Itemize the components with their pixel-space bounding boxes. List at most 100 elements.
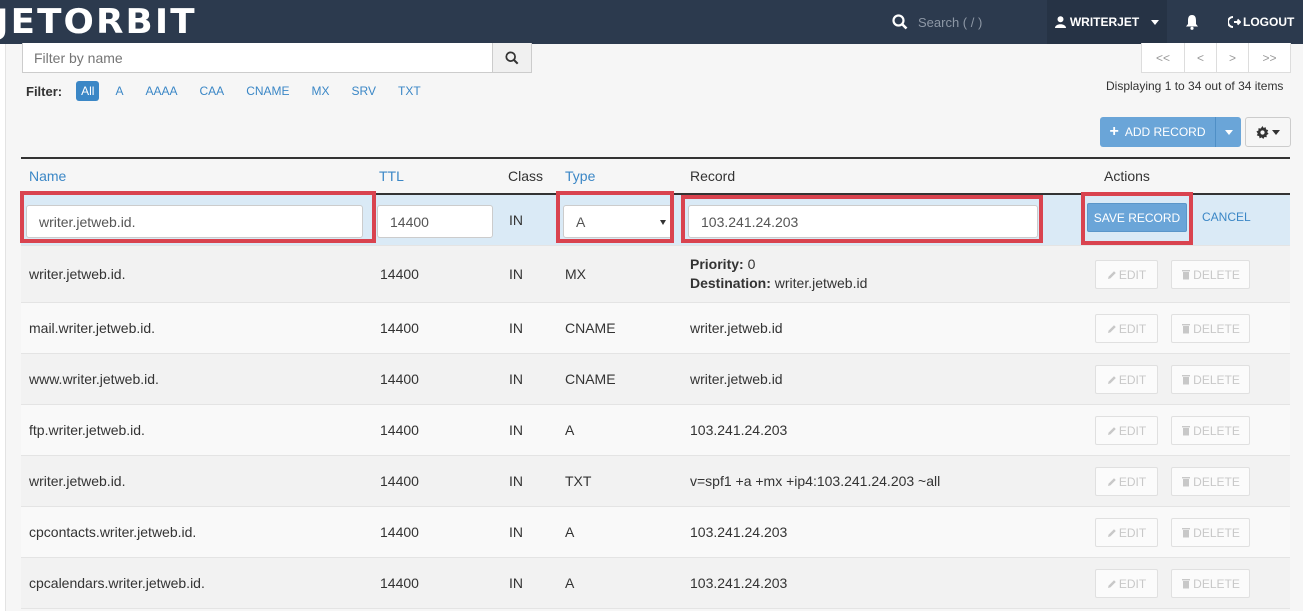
delete-button[interactable]: DELETE: [1171, 365, 1250, 394]
row-class: IN: [509, 422, 523, 438]
filter-chip-aaaa[interactable]: AAAA: [145, 84, 177, 98]
row-type: TXT: [565, 473, 592, 489]
edit-class-value: IN: [509, 212, 523, 228]
edit-button[interactable]: EDIT: [1095, 314, 1158, 343]
row-type: A: [565, 575, 575, 591]
pencil-icon: [1107, 375, 1116, 384]
row-record: v=spf1 +a +mx +ip4:103.241.24.203 ~all: [690, 473, 941, 489]
trash-icon: [1182, 426, 1191, 436]
delete-button[interactable]: DELETE: [1171, 518, 1250, 547]
destination-label: Destination:: [690, 275, 771, 291]
logout-button[interactable]: LOGOUT: [1228, 0, 1294, 44]
edit-record-row: writer.jetweb.id. 14400 IN A 103.241.24.…: [21, 195, 1290, 246]
type-filter-bar: Filter: All A AAAA CAA CNAME MX SRV TXT: [26, 81, 443, 101]
row-ttl: 14400: [380, 422, 419, 438]
cancel-link[interactable]: CANCEL: [1202, 210, 1251, 224]
edit-type-select[interactable]: A: [563, 205, 673, 238]
row-name: cpcalendars.writer.jetweb.id.: [29, 575, 205, 591]
filter-by-name-input[interactable]: [22, 43, 493, 73]
add-record-button[interactable]: + ADD RECORD: [1100, 117, 1216, 147]
edit-button[interactable]: EDIT: [1095, 518, 1158, 547]
delete-button-label: DELETE: [1193, 525, 1240, 540]
pager-last-button[interactable]: >>: [1248, 43, 1290, 72]
top-navbar: JETORBIT Search ( / ) WRITERJET LOGOUT: [0, 0, 1303, 44]
filter-chip-srv[interactable]: SRV: [352, 84, 376, 98]
edit-ttl-input[interactable]: 14400: [377, 205, 493, 238]
row-record: 103.241.24.203: [690, 422, 788, 438]
logout-label: LOGOUT: [1243, 15, 1295, 29]
global-search-placeholder: Search ( / ): [918, 14, 983, 30]
row-record: writer.jetweb.id: [690, 320, 783, 336]
edit-button[interactable]: EDIT: [1095, 260, 1158, 289]
row-record: 103.241.24.203: [690, 524, 788, 540]
row-ttl: 14400: [380, 320, 419, 336]
delete-button-label: DELETE: [1193, 372, 1240, 387]
filter-chip-a[interactable]: A: [115, 84, 123, 98]
notifications-button[interactable]: [1180, 0, 1204, 44]
filter-search-button[interactable]: [492, 43, 532, 73]
filter-chip-txt[interactable]: TXT: [398, 84, 421, 98]
pencil-icon: [1107, 324, 1116, 333]
pager-prev-button[interactable]: <: [1184, 43, 1216, 72]
column-header-name[interactable]: Name: [29, 168, 66, 184]
chevron-down-icon: [1151, 19, 1160, 25]
delete-button[interactable]: DELETE: [1171, 569, 1250, 598]
left-edge: [0, 44, 6, 611]
column-header-ttl[interactable]: TTL: [379, 168, 404, 184]
row-name: www.writer.jetweb.id.: [29, 371, 159, 387]
filter-chip-caa[interactable]: CAA: [200, 84, 225, 98]
logout-icon: [1228, 16, 1241, 28]
table-row: writer.jetweb.id. 14400 IN TXT v=spf1 +a…: [21, 456, 1290, 507]
user-icon: [1054, 16, 1066, 28]
table-row: ftp.writer.jetweb.id. 14400 IN A 103.241…: [21, 405, 1290, 456]
edit-button-label: EDIT: [1118, 576, 1147, 591]
bell-icon: [1186, 15, 1198, 30]
delete-button[interactable]: DELETE: [1171, 314, 1250, 343]
priority-label: Priority:: [690, 256, 744, 272]
pager-first-button[interactable]: <<: [1142, 43, 1184, 72]
filter-label: Filter:: [26, 83, 63, 99]
dns-records-table: Name TTL Class Type Record Actions write…: [21, 157, 1290, 609]
add-record-dropdown-toggle[interactable]: [1216, 117, 1241, 147]
user-menu-label: WRITERJET: [1069, 15, 1140, 29]
delete-button[interactable]: DELETE: [1171, 260, 1250, 289]
delete-button[interactable]: DELETE: [1171, 416, 1250, 445]
user-menu[interactable]: WRITERJET: [1047, 0, 1167, 44]
delete-button[interactable]: DELETE: [1171, 467, 1250, 496]
destination-value: writer.jetweb.id: [774, 275, 868, 291]
table-row: cpcalendars.writer.jetweb.id. 14400 IN A…: [21, 558, 1290, 609]
edit-record-input[interactable]: 103.241.24.203: [688, 205, 1038, 238]
displaying-count: Displaying 1 to 34 out of 34 items: [1106, 79, 1284, 93]
edit-button[interactable]: EDIT: [1095, 365, 1158, 394]
row-name: mail.writer.jetweb.id.: [29, 320, 156, 336]
edit-name-input[interactable]: writer.jetweb.id.: [26, 205, 363, 238]
global-search[interactable]: Search ( / ): [892, 0, 982, 44]
column-header-record: Record: [690, 168, 736, 184]
edit-button[interactable]: EDIT: [1095, 416, 1158, 445]
edit-button-label: EDIT: [1118, 321, 1147, 336]
plus-icon: +: [1109, 123, 1119, 140]
row-ttl: 14400: [380, 266, 419, 282]
edit-button-label: EDIT: [1118, 267, 1147, 282]
row-name: writer.jetweb.id.: [29, 266, 126, 282]
gear-icon: [1256, 125, 1269, 139]
filter-chip-mx[interactable]: MX: [312, 84, 330, 98]
edit-button[interactable]: EDIT: [1095, 569, 1158, 598]
search-icon: [505, 50, 519, 64]
edit-type-select-value: A: [576, 213, 586, 230]
column-header-type[interactable]: Type: [565, 168, 595, 184]
row-type: A: [565, 422, 575, 438]
mx-destination-line: Destination: writer.jetweb.id: [690, 274, 867, 293]
edit-button[interactable]: EDIT: [1095, 467, 1158, 496]
brand-logo[interactable]: JETORBIT: [0, 2, 195, 42]
filter-chip-cname[interactable]: CNAME: [246, 84, 289, 98]
filter-chip-all[interactable]: All: [76, 81, 100, 101]
save-record-button[interactable]: SAVE RECORD: [1087, 203, 1187, 232]
pager-next-button[interactable]: >: [1216, 43, 1248, 72]
trash-icon: [1182, 579, 1191, 589]
pagination: << < > >>: [1141, 43, 1291, 73]
settings-dropdown-button[interactable]: [1245, 117, 1291, 147]
trash-icon: [1182, 528, 1191, 538]
row-class: IN: [509, 320, 523, 336]
dropdown-arrow-icon: [660, 220, 666, 225]
